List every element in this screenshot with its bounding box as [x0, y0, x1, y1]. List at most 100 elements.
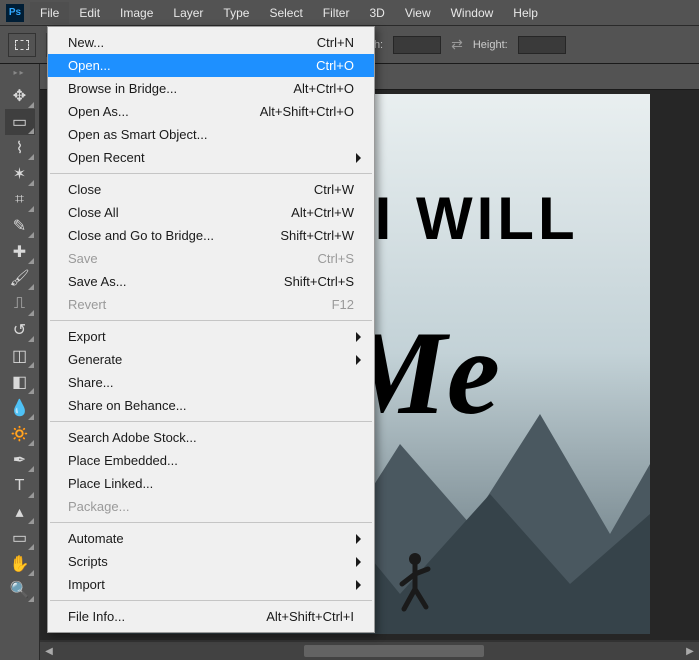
dodge-tool-icon: 🔅 [10, 424, 30, 444]
menu-layer[interactable]: Layer [163, 2, 213, 24]
file-menu-dropdown: New...Ctrl+N Open... Ctrl+O Browse in Bridg… [47, 26, 375, 633]
menu-window[interactable]: Window [441, 2, 504, 24]
menuitem-label: Place Embedded... [68, 453, 178, 468]
scroll-right-icon[interactable]: ▶ [683, 645, 697, 657]
menuitem-label: Open... [68, 58, 111, 73]
scroll-left-icon[interactable]: ◀ [42, 645, 56, 657]
swap-icon[interactable]: ⇄ [451, 36, 463, 53]
menuitem-close-all[interactable]: Close AllAlt+Ctrl+W [48, 201, 374, 224]
menuitem-label: Share on Behance... [68, 398, 187, 413]
eraser-tool-icon: ◫ [12, 346, 27, 366]
menuitem-export[interactable]: Export [48, 325, 374, 348]
tool-preset-icon[interactable] [8, 33, 36, 57]
panel-grip-icon[interactable]: ▸▸ [13, 68, 25, 77]
gradient-tool[interactable]: ◧ [5, 369, 35, 395]
history-brush-tool[interactable]: ↺ [5, 317, 35, 343]
menuitem-shortcut: Ctrl+O [316, 58, 354, 73]
menuitem-label: Close [68, 182, 101, 197]
menu-separator [50, 421, 372, 422]
eraser-tool[interactable]: ◫ [5, 343, 35, 369]
menuitem-open-recent[interactable]: Open Recent [48, 146, 374, 169]
menuitem-label: Import [68, 577, 105, 592]
menuitem-label: Automate [68, 531, 124, 546]
menuitem-share-on-behance[interactable]: Share on Behance... [48, 394, 374, 417]
canvas-bold-text: ) I WILL [330, 184, 640, 253]
menu-help[interactable]: Help [503, 2, 548, 24]
menuitem-scripts[interactable]: Scripts [48, 550, 374, 573]
menu-edit[interactable]: Edit [69, 2, 110, 24]
menuitem-revert: RevertF12 [48, 293, 374, 316]
menuitem-share[interactable]: Share... [48, 371, 374, 394]
menuitem-import[interactable]: Import [48, 573, 374, 596]
menu-image[interactable]: Image [110, 2, 163, 24]
menu-3d[interactable]: 3D [359, 2, 394, 24]
hand-tool[interactable]: ✋ [5, 551, 35, 577]
menuitem-search-adobe-stock[interactable]: Search Adobe Stock... [48, 426, 374, 449]
menuitem-shortcut: Alt+Shift+Ctrl+O [260, 104, 354, 119]
menuitem-open[interactable]: Open... Ctrl+O [48, 54, 374, 77]
menuitem-close-and-go-to-bridge[interactable]: Close and Go to Bridge...Shift+Ctrl+W [48, 224, 374, 247]
menuitem-save: SaveCtrl+S [48, 247, 374, 270]
menuitem-generate[interactable]: Generate [48, 348, 374, 371]
marquee-tool[interactable]: ▭ [5, 109, 35, 135]
menuitem-open-as-smart-object[interactable]: Open as Smart Object... [48, 123, 374, 146]
healing-tool[interactable]: ✚ [5, 239, 35, 265]
menuitem-shortcut: Shift+Ctrl+S [284, 274, 354, 289]
menuitem-new[interactable]: New...Ctrl+N [48, 31, 374, 54]
type-tool-icon: T [15, 477, 25, 495]
type-tool[interactable]: T [5, 473, 35, 499]
lasso-tool[interactable]: ⌇ [5, 135, 35, 161]
zoom-tool[interactable]: 🔍 [5, 577, 35, 603]
scroll-thumb[interactable] [304, 645, 484, 657]
submenu-arrow-icon [356, 355, 366, 365]
horizontal-scrollbar[interactable]: ◀ ▶ [40, 642, 699, 660]
shape-tool[interactable]: ▭ [5, 525, 35, 551]
submenu-arrow-icon [356, 153, 366, 163]
menuitem-browse-in-bridge[interactable]: Browse in Bridge... Alt+Ctrl+O [48, 77, 374, 100]
menuitem-shortcut: Shift+Ctrl+W [280, 228, 354, 243]
menuitem-shortcut: Alt+Ctrl+O [293, 81, 354, 96]
menuitem-label: Save As... [68, 274, 127, 289]
crop-tool[interactable]: ⌗ [5, 187, 35, 213]
submenu-arrow-icon [356, 580, 366, 590]
menuitem-place-linked[interactable]: Place Linked... [48, 472, 374, 495]
move-tool[interactable]: ✥ [5, 83, 35, 109]
path-select-tool[interactable]: ▴ [5, 499, 35, 525]
brush-tool[interactable]: 🖌 [5, 265, 35, 291]
menuitem-automate[interactable]: Automate [48, 527, 374, 550]
menuitem-close[interactable]: Close Ctrl+W [48, 178, 374, 201]
menu-select[interactable]: Select [259, 2, 312, 24]
menuitem-label: Open as Smart Object... [68, 127, 207, 142]
submenu-arrow-icon [356, 332, 366, 342]
menuitem-place-embedded[interactable]: Place Embedded... [48, 449, 374, 472]
menuitem-label: File Info... [68, 609, 125, 624]
menuitem-label: Open As... [68, 104, 129, 119]
menuitem-shortcut: Ctrl+W [314, 182, 354, 197]
gradient-tool-icon: ◧ [12, 372, 27, 392]
menuitem-file-info[interactable]: File Info...Alt+Shift+Ctrl+I [48, 605, 374, 628]
eyedropper-tool[interactable]: ✎ [5, 213, 35, 239]
width-input[interactable] [393, 36, 441, 54]
wand-tool-icon: ✶ [13, 164, 26, 184]
marquee-tool-icon: ▭ [12, 112, 27, 132]
menuitem-shortcut: F12 [332, 297, 354, 312]
history-brush-tool-icon: ↺ [13, 320, 26, 340]
menu-separator [50, 522, 372, 523]
menuitem-label: Browse in Bridge... [68, 81, 177, 96]
wand-tool[interactable]: ✶ [5, 161, 35, 187]
menu-view[interactable]: View [395, 2, 441, 24]
menu-filter[interactable]: Filter [313, 2, 360, 24]
menu-type[interactable]: Type [213, 2, 259, 24]
menuitem-shortcut: Ctrl+S [318, 251, 354, 266]
menuitem-save-as[interactable]: Save As... Shift+Ctrl+S [48, 270, 374, 293]
height-input[interactable] [518, 36, 566, 54]
stamp-tool-icon: ⎍ [14, 295, 25, 313]
blur-tool-icon: 💧 [10, 398, 30, 418]
dodge-tool[interactable]: 🔅 [5, 421, 35, 447]
menu-file[interactable]: File [30, 2, 69, 24]
blur-tool[interactable]: 💧 [5, 395, 35, 421]
stamp-tool[interactable]: ⎍ [5, 291, 35, 317]
pen-tool[interactable]: ✒ [5, 447, 35, 473]
menuitem-open-as[interactable]: Open As... Alt+Shift+Ctrl+O [48, 100, 374, 123]
pen-tool-icon: ✒ [13, 450, 26, 470]
